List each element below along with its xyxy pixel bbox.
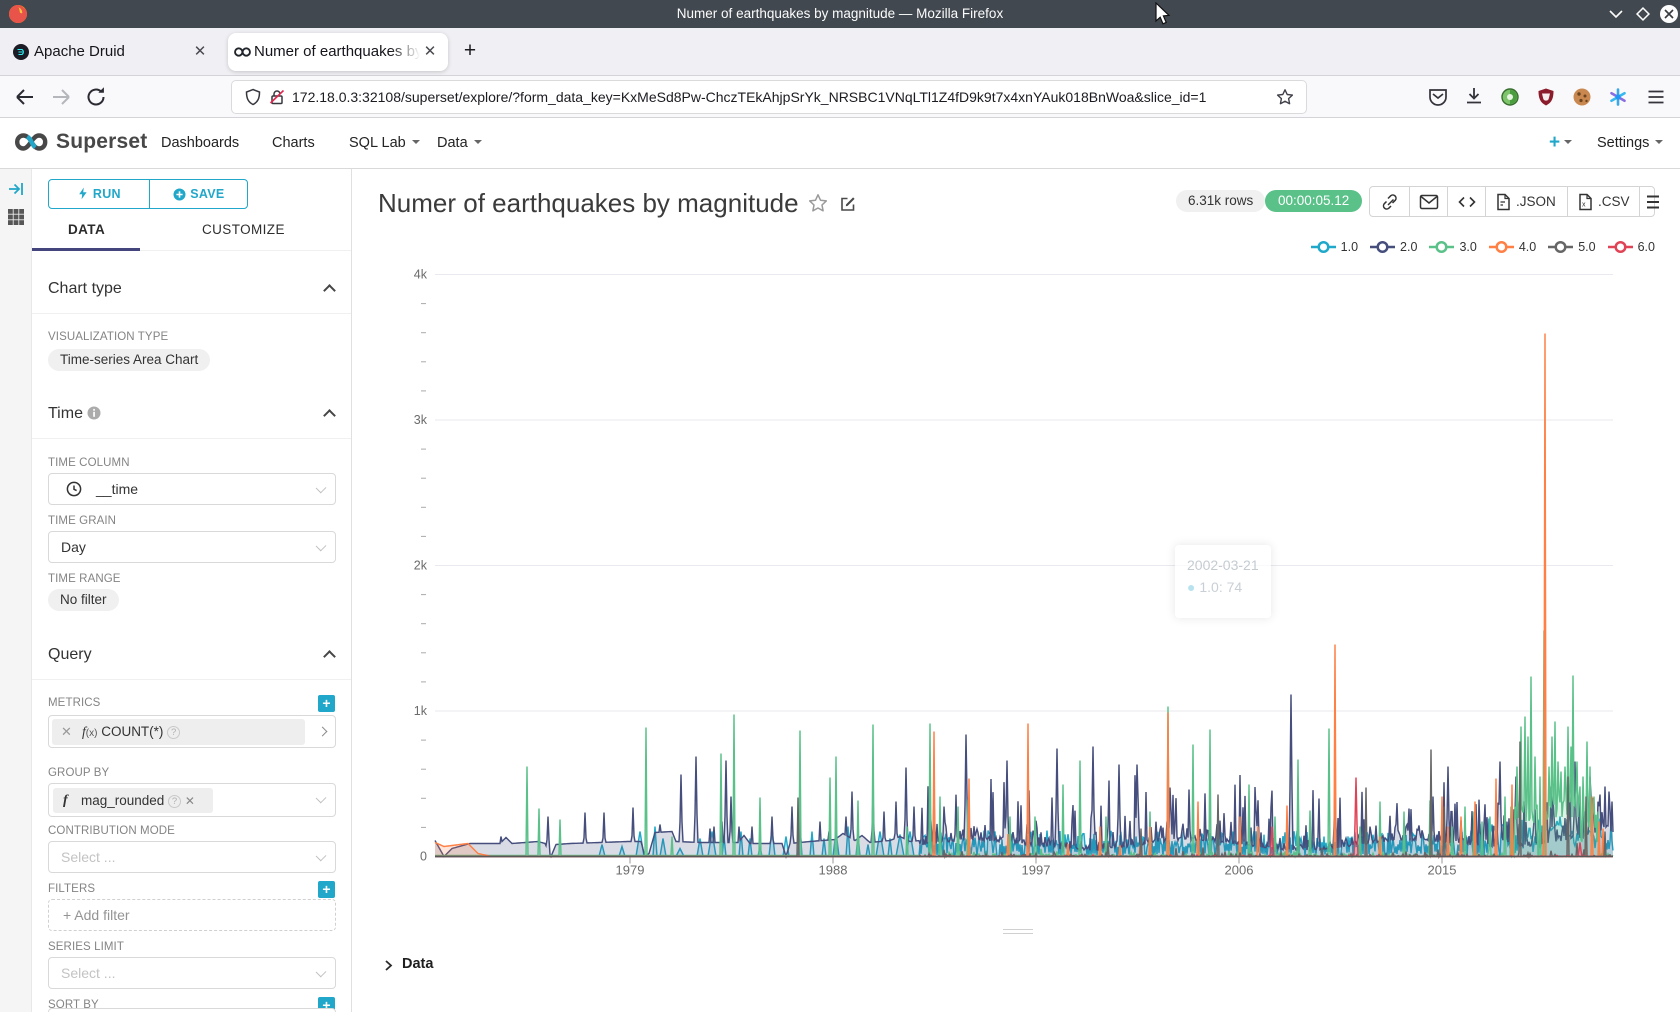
- svg-text:2006: 2006: [1225, 863, 1254, 878]
- svg-text:3k: 3k: [414, 413, 428, 427]
- svg-text:2015: 2015: [1428, 863, 1457, 878]
- svg-text:1k: 1k: [414, 704, 428, 718]
- svg-text:2k: 2k: [414, 559, 428, 573]
- svg-text:1997: 1997: [1022, 863, 1051, 878]
- svg-text:1979: 1979: [616, 863, 645, 878]
- svg-text:1988: 1988: [819, 863, 848, 878]
- svg-text:0: 0: [420, 850, 427, 864]
- svg-text:4k: 4k: [414, 268, 428, 282]
